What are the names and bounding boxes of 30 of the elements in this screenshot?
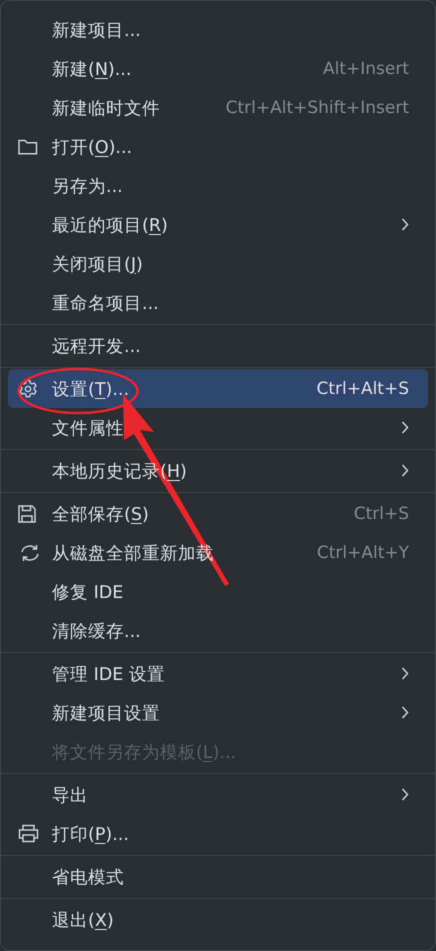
- menu-item[interactable]: 导出: [8, 775, 428, 814]
- menu-item[interactable]: 另存为...: [8, 166, 428, 205]
- chevron-right-icon: [401, 421, 409, 434]
- menu-item[interactable]: 新建项目...: [8, 10, 428, 49]
- menu-item[interactable]: 管理 IDE 设置: [8, 654, 428, 693]
- chevron-right-icon: [401, 218, 409, 231]
- menu-item[interactable]: 修复 IDE: [8, 572, 428, 611]
- menu-item[interactable]: 打印(P)...: [8, 814, 428, 853]
- menu-item[interactable]: 新建项目设置: [8, 693, 428, 732]
- menu-item[interactable]: 退出(X): [8, 900, 428, 939]
- menu-item[interactable]: 设置(T)... Ctrl+Alt+S: [8, 369, 428, 408]
- menu-item[interactable]: 最近的项目(R): [8, 205, 428, 244]
- menu-item[interactable]: 省电模式: [8, 857, 428, 896]
- chevron-right-icon: [401, 464, 409, 477]
- printer-icon: [18, 824, 39, 843]
- menu-item[interactable]: 关闭项目(J): [8, 244, 428, 283]
- chevron-right-icon: [401, 788, 409, 801]
- menu-item[interactable]: 文件属性: [8, 408, 428, 447]
- menu-item[interactable]: 新建(N)... Alt+Insert: [8, 49, 428, 88]
- settings-icon: [18, 378, 38, 398]
- menu-item[interactable]: 远程开发...: [8, 326, 428, 365]
- menu-item[interactable]: 打开(O)...: [8, 127, 428, 166]
- menu-item[interactable]: 全部保存(S) Ctrl+S: [8, 494, 428, 533]
- menu-item[interactable]: 清除缓存...: [8, 611, 428, 650]
- folder-icon: [18, 138, 38, 155]
- chevron-right-icon: [401, 667, 409, 680]
- chevron-right-icon: [401, 706, 409, 719]
- floppy-disk-icon: [18, 504, 36, 522]
- menu-item[interactable]: 新建临时文件 Ctrl+Alt+Shift+Insert: [8, 88, 428, 127]
- menu-item[interactable]: 重命名项目...: [8, 283, 428, 322]
